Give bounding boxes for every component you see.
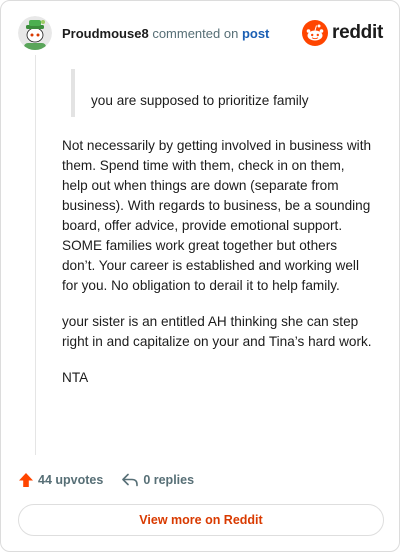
replies-button[interactable]: 0 replies xyxy=(121,472,194,488)
action-text: commented on xyxy=(152,25,239,41)
snoo-avatar-icon xyxy=(18,16,52,50)
embedded-comment-card: Proudmouse8 commented on post reddit you… xyxy=(0,0,400,552)
reply-arrow-icon xyxy=(122,473,139,487)
comment-footer: 44 upvotes 0 replies xyxy=(18,469,194,491)
reply-count: 0 replies xyxy=(143,473,195,487)
reddit-logo-icon xyxy=(302,20,329,46)
upvote-button[interactable]: 44 upvotes xyxy=(18,472,103,488)
thread-line xyxy=(35,55,36,455)
quote-block: you are supposed to prioritize family xyxy=(71,69,371,117)
view-more-button[interactable]: View more on Reddit xyxy=(18,504,384,536)
author-line: Proudmouse8 commented on post xyxy=(62,26,269,41)
comment-paragraph: Not necessarily by getting involved in b… xyxy=(62,138,372,293)
upvote-count: 44 upvotes xyxy=(38,473,104,487)
comment-header: Proudmouse8 commented on post reddit xyxy=(18,15,383,51)
upvote-arrow-icon xyxy=(19,473,33,487)
user-avatar[interactable] xyxy=(18,16,52,50)
comment-body: Not necessarily by getting involved in b… xyxy=(62,136,372,404)
reddit-brand[interactable]: reddit xyxy=(302,20,383,46)
comment-paragraph: your sister is an entitled AH thinking s… xyxy=(62,314,372,349)
comment-paragraph: NTA xyxy=(62,370,89,385)
username-link[interactable]: Proudmouse8 xyxy=(62,26,149,41)
quote-text: you are supposed to prioritize family xyxy=(91,93,309,108)
post-link[interactable]: post xyxy=(242,26,269,41)
brand-wordmark: reddit xyxy=(332,22,383,43)
